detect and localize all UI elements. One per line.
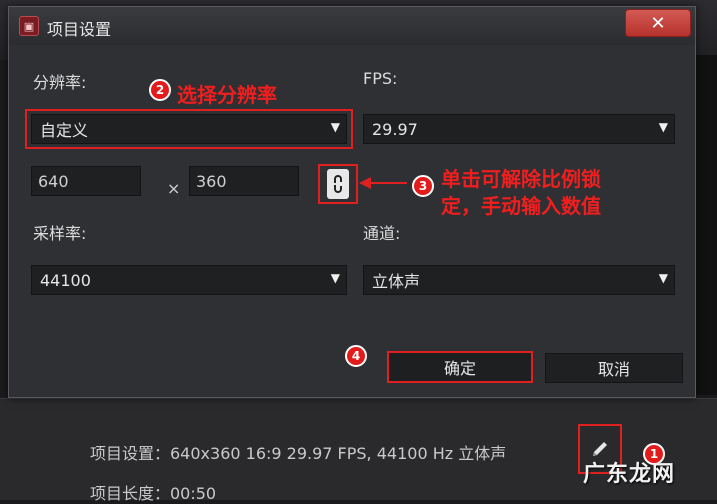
watermark: 广东龙网 [583,462,676,487]
close-icon: ✕ [650,12,666,34]
dialog-titlebar: ▣ 项目设置 ✕ [9,7,695,45]
project-settings-summary: 项目设置：640x360 16:9 29.97 FPS, 44100 Hz 立体… [90,444,507,463]
width-input[interactable]: 640 [31,166,141,196]
step2-annotation: 选择分辨率 [177,83,277,107]
dropdown-arrow-icon: ▼ [658,271,668,285]
samplerate-select[interactable]: 44100 ▼ [31,265,347,295]
step3-annotation-line2: 定，手动输入数值 [441,194,601,218]
height-value: 360 [196,171,227,191]
samplerate-label: 采样率: [33,224,87,243]
background-app-panel [695,55,717,395]
project-length: 项目长度：00:50 [90,484,217,503]
times-symbol: × [167,179,181,198]
channel-select-value: 立体声 [372,272,421,291]
dropdown-arrow-icon: ▼ [330,120,340,134]
step-badge-3: 3 [412,175,434,197]
resolution-label: 分辨率: [33,73,87,92]
channel-label: 通道: [363,224,401,243]
height-input[interactable]: 360 [189,166,299,196]
width-value: 640 [38,171,69,191]
step-badge-4: 4 [345,345,367,367]
lock-icon [327,169,349,199]
arrow-left-icon [359,177,407,189]
resolution-select-value: 自定义 [40,121,89,140]
dialog-title: 项目设置 [47,20,112,39]
cancel-button[interactable]: 取消 [545,353,683,383]
dropdown-arrow-icon: ▼ [330,271,340,285]
samplerate-select-value: 44100 [40,270,91,290]
dropdown-arrow-icon: ▼ [658,120,668,134]
step-badge-2: 2 [149,79,171,101]
close-button[interactable]: ✕ [625,9,691,37]
fps-label: FPS: [363,69,398,88]
step3-annotation-line1: 单击可解除比例锁 [441,167,601,191]
fps-select-value: 29.97 [372,119,418,139]
fps-select[interactable]: 29.97 ▼ [363,114,675,144]
resolution-select[interactable]: 自定义 ▼ [31,114,347,144]
channel-select[interactable]: 立体声 ▼ [363,265,675,295]
app-icon: ▣ [19,16,39,36]
project-settings-dialog: ▣ 项目设置 ✕ 分辨率: 2 选择分辨率 自定义 ▼ FPS: 29.97 ▼… [8,6,696,398]
ok-button[interactable]: 确定 [387,351,533,383]
aspect-lock-button[interactable] [318,164,358,204]
